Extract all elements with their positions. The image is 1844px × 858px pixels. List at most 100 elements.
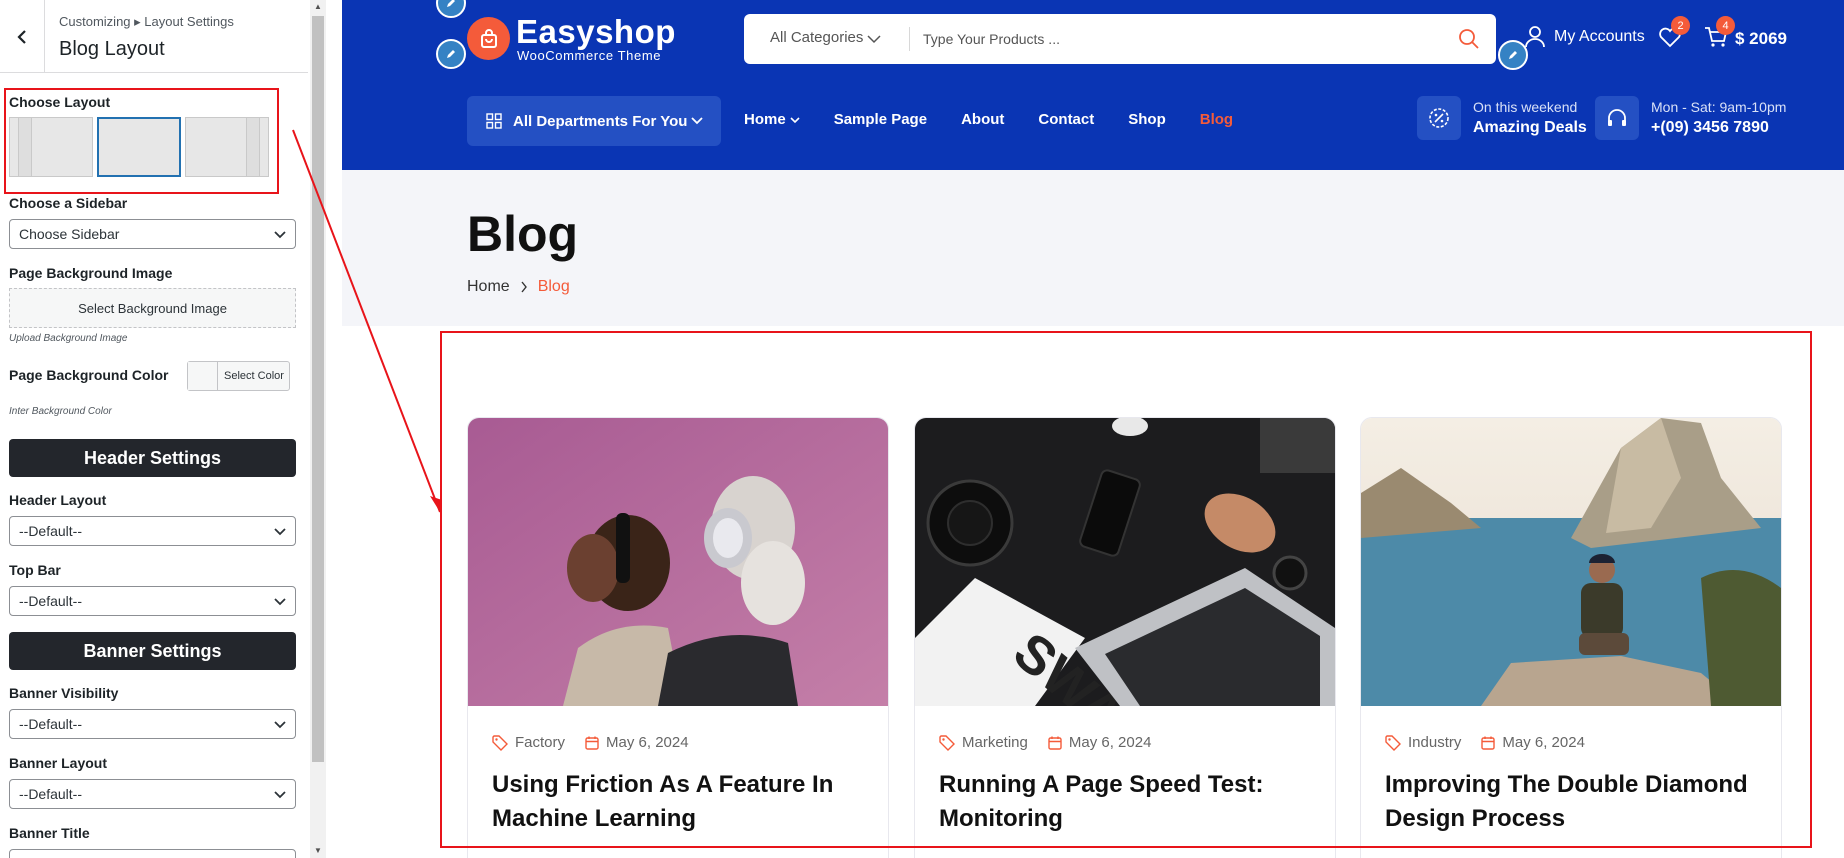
all-departments-label: All Departments For You	[513, 112, 688, 130]
customizer-scrollbar[interactable]: ▲ ▼	[309, 0, 342, 858]
back-button[interactable]	[0, 0, 45, 73]
support-hours: Mon - Sat: 9am-10pm	[1651, 99, 1787, 115]
main-navigation: Home Sample Page About Contact Shop Blog	[744, 111, 1267, 128]
calendar-icon	[1481, 736, 1496, 750]
scrollbar-thumb[interactable]	[312, 16, 324, 762]
layout-option-left-sidebar[interactable]	[9, 117, 93, 177]
post-thumbnail[interactable]	[468, 418, 888, 706]
support-phone: +(09) 3456 7890	[1651, 119, 1769, 136]
logo-name[interactable]: Easyshop	[516, 13, 676, 51]
blog-post-card[interactable]: SWAG Marketing May 6, 2024 Running A Pag…	[914, 417, 1336, 858]
calendar-icon	[585, 736, 599, 750]
customizer-header: Customizing ▸ Layout Settings Blog Layou…	[0, 0, 308, 73]
chevron-down-icon	[274, 598, 286, 606]
post-category[interactable]: Factory	[515, 734, 565, 751]
nav-item-label: Blog	[1199, 111, 1234, 128]
post-date[interactable]: May 6, 2024	[1502, 734, 1585, 751]
support-hours-box[interactable]: Mon - Sat: 9am-10pm +(09) 3456 7890	[1595, 96, 1786, 140]
post-title[interactable]: Improving The Double Diamond Design Proc…	[1385, 768, 1765, 836]
nav-item-label: Contact	[1038, 111, 1095, 128]
customizer-panel: Customizing ▸ Layout Settings Blog Layou…	[0, 0, 342, 858]
post-date[interactable]: May 6, 2024	[606, 734, 689, 751]
top-bar-select[interactable]: --Default--	[9, 586, 296, 616]
edit-shortcut-pencil-icon[interactable]	[436, 0, 466, 18]
tag-icon	[939, 734, 955, 751]
select-background-image-button[interactable]: Select Background Image	[9, 288, 296, 328]
wishlist-button[interactable]: 2	[1658, 16, 1690, 53]
chevron-down-icon	[274, 528, 286, 536]
search-input[interactable]	[923, 24, 1443, 54]
top-bar-value: --Default--	[19, 593, 83, 609]
product-search-bar: All Categories	[744, 14, 1496, 64]
post-title[interactable]: Using Friction As A Feature In Machine L…	[492, 768, 872, 836]
breadcrumb-home[interactable]: Home	[467, 278, 510, 296]
header-layout-select[interactable]: --Default--	[9, 516, 296, 546]
customizer-title: Blog Layout	[59, 38, 165, 60]
select-color-button[interactable]: Select Color	[187, 361, 290, 391]
search-category-select[interactable]: All Categories	[770, 29, 863, 46]
cart-total[interactable]: $ 2069	[1735, 29, 1787, 49]
post-thumbnail[interactable]: SWAG	[915, 418, 1335, 706]
upload-bg-image-note: Upload Background Image	[9, 333, 128, 344]
select-color-label: Select Color	[224, 370, 284, 382]
blog-post-card[interactable]: Factory May 6, 2024 Using Friction As A …	[467, 417, 889, 858]
chevron-down-icon[interactable]	[867, 34, 881, 44]
page-bg-color-label: Page Background Color	[9, 367, 169, 383]
logo-bag-icon[interactable]	[467, 17, 510, 60]
banner-title-input[interactable]	[9, 849, 296, 858]
nav-item-label: Home	[744, 111, 786, 128]
post-title[interactable]: Running A Page Speed Test: Monitoring	[939, 768, 1319, 836]
banner-visibility-select[interactable]: --Default--	[9, 709, 296, 739]
chevron-down-icon	[790, 116, 800, 123]
banner-layout-select[interactable]: --Default--	[9, 779, 296, 809]
my-accounts-link[interactable]: My Accounts	[1525, 26, 1645, 48]
chevron-down-icon	[691, 117, 703, 125]
post-meta: Industry May 6, 2024	[1385, 734, 1585, 751]
cart-count-badge: 4	[1716, 16, 1735, 35]
banner-layout-value: --Default--	[19, 786, 83, 802]
nav-item-label: About	[961, 111, 1005, 128]
nav-item-home[interactable]: Home	[744, 111, 800, 128]
nav-item-blog[interactable]: Blog	[1200, 111, 1233, 128]
nav-item-contact[interactable]: Contact	[1038, 111, 1094, 128]
nav-item-about[interactable]: About	[961, 111, 1004, 128]
cart-button[interactable]: 4	[1704, 16, 1735, 53]
layout-option-no-sidebar[interactable]	[97, 117, 181, 177]
post-category[interactable]: Industry	[1408, 734, 1461, 751]
page-title: Blog	[467, 206, 579, 262]
nav-item-shop[interactable]: Shop	[1128, 111, 1166, 128]
post-date[interactable]: May 6, 2024	[1069, 734, 1152, 751]
page-bg-image-label: Page Background Image	[9, 265, 173, 281]
weekend-deals-box[interactable]: On this weekend Amazing Deals	[1417, 96, 1587, 140]
choose-layout-label: Choose Layout	[9, 94, 111, 110]
chevron-right-icon	[521, 281, 527, 293]
edit-shortcut-pencil-icon[interactable]	[436, 39, 466, 69]
tag-icon	[1385, 734, 1401, 751]
banner-visibility-label: Banner Visibility	[9, 685, 119, 701]
banner-visibility-value: --Default--	[19, 716, 83, 732]
banner-layout-label: Banner Layout	[9, 755, 108, 771]
breadcrumb: Home Blog	[467, 278, 570, 296]
scroll-up-arrow-icon[interactable]: ▲	[314, 2, 322, 11]
breadcrumb-current: Blog	[537, 278, 570, 295]
blog-post-card[interactable]: Industry May 6, 2024 Improving The Doubl…	[1360, 417, 1782, 858]
deals-title: Amazing Deals	[1473, 119, 1587, 136]
nav-item-sample-page[interactable]: Sample Page	[834, 111, 927, 128]
post-category[interactable]: Marketing	[962, 734, 1028, 751]
choose-sidebar-select[interactable]: Choose Sidebar	[9, 219, 296, 249]
discount-badge-icon	[1417, 96, 1461, 140]
all-departments-button[interactable]: All Departments For You	[467, 96, 721, 146]
scroll-down-arrow-icon[interactable]: ▼	[314, 846, 322, 855]
choose-sidebar-value: Choose Sidebar	[19, 226, 120, 242]
search-icon[interactable]	[1458, 28, 1480, 50]
site-header: Easyshop WooCommerce Theme All Categorie…	[342, 0, 1844, 170]
edit-shortcut-pencil-icon[interactable]	[1498, 40, 1528, 70]
bg-color-note: Inter Background Color	[9, 406, 112, 417]
scrollbar-track[interactable]: ▲ ▼	[310, 0, 326, 858]
user-icon	[1525, 26, 1545, 48]
layout-option-right-sidebar[interactable]	[185, 117, 269, 177]
post-meta: Marketing May 6, 2024	[939, 734, 1151, 751]
grid-icon	[486, 113, 502, 129]
nav-item-label: Sample Page	[833, 111, 928, 128]
post-thumbnail[interactable]	[1361, 418, 1781, 706]
